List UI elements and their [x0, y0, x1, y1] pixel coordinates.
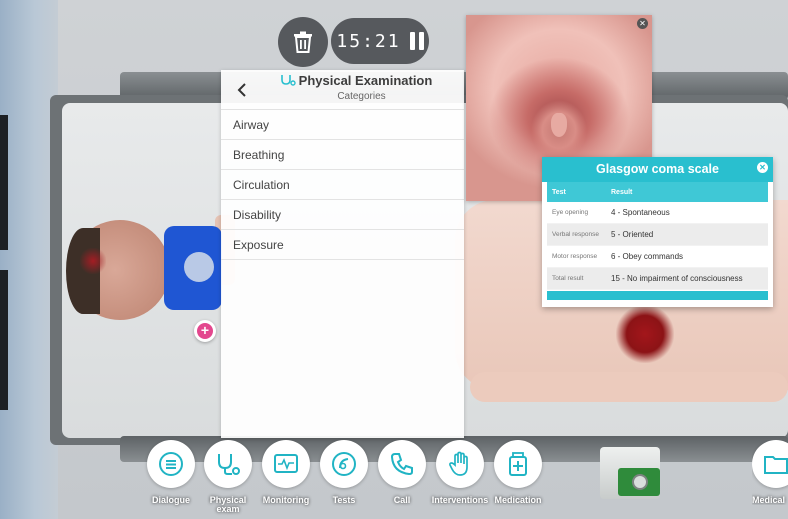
hand-icon	[449, 451, 468, 476]
timer: 15:21	[331, 18, 429, 64]
phone-icon	[390, 453, 413, 476]
toolbar-monitoring-circle	[262, 440, 310, 488]
category-airway[interactable]: Airway	[221, 110, 464, 140]
toolbar-medical-circle	[752, 440, 788, 488]
table-row: Eye opening 4 - Spontaneous	[547, 202, 768, 224]
toolbar-medication-button[interactable]: Medication	[490, 440, 546, 505]
toolbar-label: Dialogue	[151, 495, 190, 505]
table-row: Total result 15 - No impairment of consc…	[547, 268, 768, 290]
window-edge	[0, 270, 8, 410]
bleeding-wound[interactable]	[616, 305, 674, 363]
monitor-icon	[274, 454, 298, 473]
toolbar-interventions-button[interactable]: Interventions	[432, 440, 488, 505]
gcs-header-result: Result	[611, 188, 633, 196]
toolbar-dialogue-circle	[147, 440, 195, 488]
window-edge	[0, 115, 8, 250]
toolbar-interventions-circle	[436, 440, 484, 488]
gcs-result-value: 4 - Spontaneous	[611, 208, 670, 217]
gcs-header-test: Test	[552, 188, 566, 196]
close-icon[interactable]: ✕	[637, 18, 648, 29]
back-button[interactable]	[231, 78, 253, 102]
physical-exam-panel: Physical Examination Categories Airway B…	[221, 70, 464, 438]
physical-exam-title: Physical Examination	[298, 73, 433, 88]
suction-device-knob	[632, 474, 648, 490]
tests-icon	[332, 452, 356, 476]
gcs-result-value: 5 - Oriented	[611, 230, 654, 239]
close-icon[interactable]: ✕	[757, 162, 768, 173]
toolbar-tests-circle	[320, 440, 368, 488]
stethoscope-icon	[280, 74, 296, 86]
toolbar-label: Medication	[494, 495, 542, 505]
facial-injury	[80, 248, 106, 274]
toolbar-monitoring-button[interactable]: Monitoring	[258, 440, 314, 505]
physical-exam-header: Physical Examination Categories	[221, 70, 464, 110]
physical-exam-subtitle: Categories	[337, 91, 386, 102]
toolbar-label: Call	[393, 495, 411, 505]
add-marker-button[interactable]: +	[194, 320, 216, 342]
table-row: Motor response 6 - Obey commands	[547, 246, 768, 268]
medication-icon	[509, 452, 527, 476]
toolbar-call-button[interactable]: Call	[374, 440, 430, 505]
category-breathing[interactable]: Breathing	[221, 140, 464, 170]
gcs-test-label: Verbal response	[552, 231, 599, 238]
category-circulation[interactable]: Circulation	[221, 170, 464, 200]
category-exposure[interactable]: Exposure	[221, 230, 464, 260]
stethoscope-icon	[218, 454, 240, 475]
toolbar-label: Physical exam	[209, 495, 247, 514]
gcs-test-label: Eye opening	[552, 209, 589, 216]
timer-display: 15:21	[336, 30, 401, 52]
gcs-test-label: Motor response	[552, 253, 598, 260]
category-disability[interactable]: Disability	[221, 200, 464, 230]
folder-icon	[764, 456, 788, 474]
dialogue-icon	[159, 452, 183, 476]
toolbar-medical-button[interactable]: Medical	[752, 440, 788, 505]
toolbar-tests-button[interactable]: Tests	[316, 440, 372, 505]
toolbar-label: Tests	[332, 495, 356, 505]
uvula	[551, 113, 567, 137]
toolbar-label: Medical	[752, 495, 786, 505]
gcs-result-value: 15 - No impairment of consciousness	[611, 274, 743, 283]
patient-arm[interactable]	[470, 372, 788, 402]
physical-exam-title-row: Physical Examination	[261, 73, 451, 88]
cervical-collar-opening	[184, 252, 214, 282]
toolbar-medication-circle	[494, 440, 542, 488]
toolbar-label: Monitoring	[262, 495, 310, 505]
toolbar-physical-exam-circle	[204, 440, 252, 488]
table-row: Verbal response 5 - Oriented	[547, 224, 768, 246]
gcs-result-value: 6 - Obey commands	[611, 252, 684, 261]
glasgow-coma-scale-card: Glasgow coma scale ✕ Test Result Eye ope…	[542, 157, 773, 307]
gcs-footer-bar	[547, 291, 768, 300]
toolbar-label: Interventions	[431, 495, 489, 505]
toolbar-dialogue-button[interactable]: Dialogue	[143, 440, 199, 505]
gcs-test-label: Total result	[552, 275, 584, 282]
gcs-title: Glasgow coma scale	[542, 157, 773, 182]
toolbar-physical-exam-button[interactable]: Physical exam	[200, 440, 256, 514]
toolbar-call-circle	[378, 440, 426, 488]
category-list: Airway Breathing Circulation Disability …	[221, 110, 464, 260]
chevron-left-icon	[237, 83, 246, 97]
gcs-table-header: Test Result	[547, 182, 768, 202]
trash-icon	[294, 31, 312, 53]
pause-icon[interactable]	[409, 32, 424, 50]
trash-button[interactable]	[278, 17, 328, 67]
plus-icon: +	[197, 323, 213, 339]
